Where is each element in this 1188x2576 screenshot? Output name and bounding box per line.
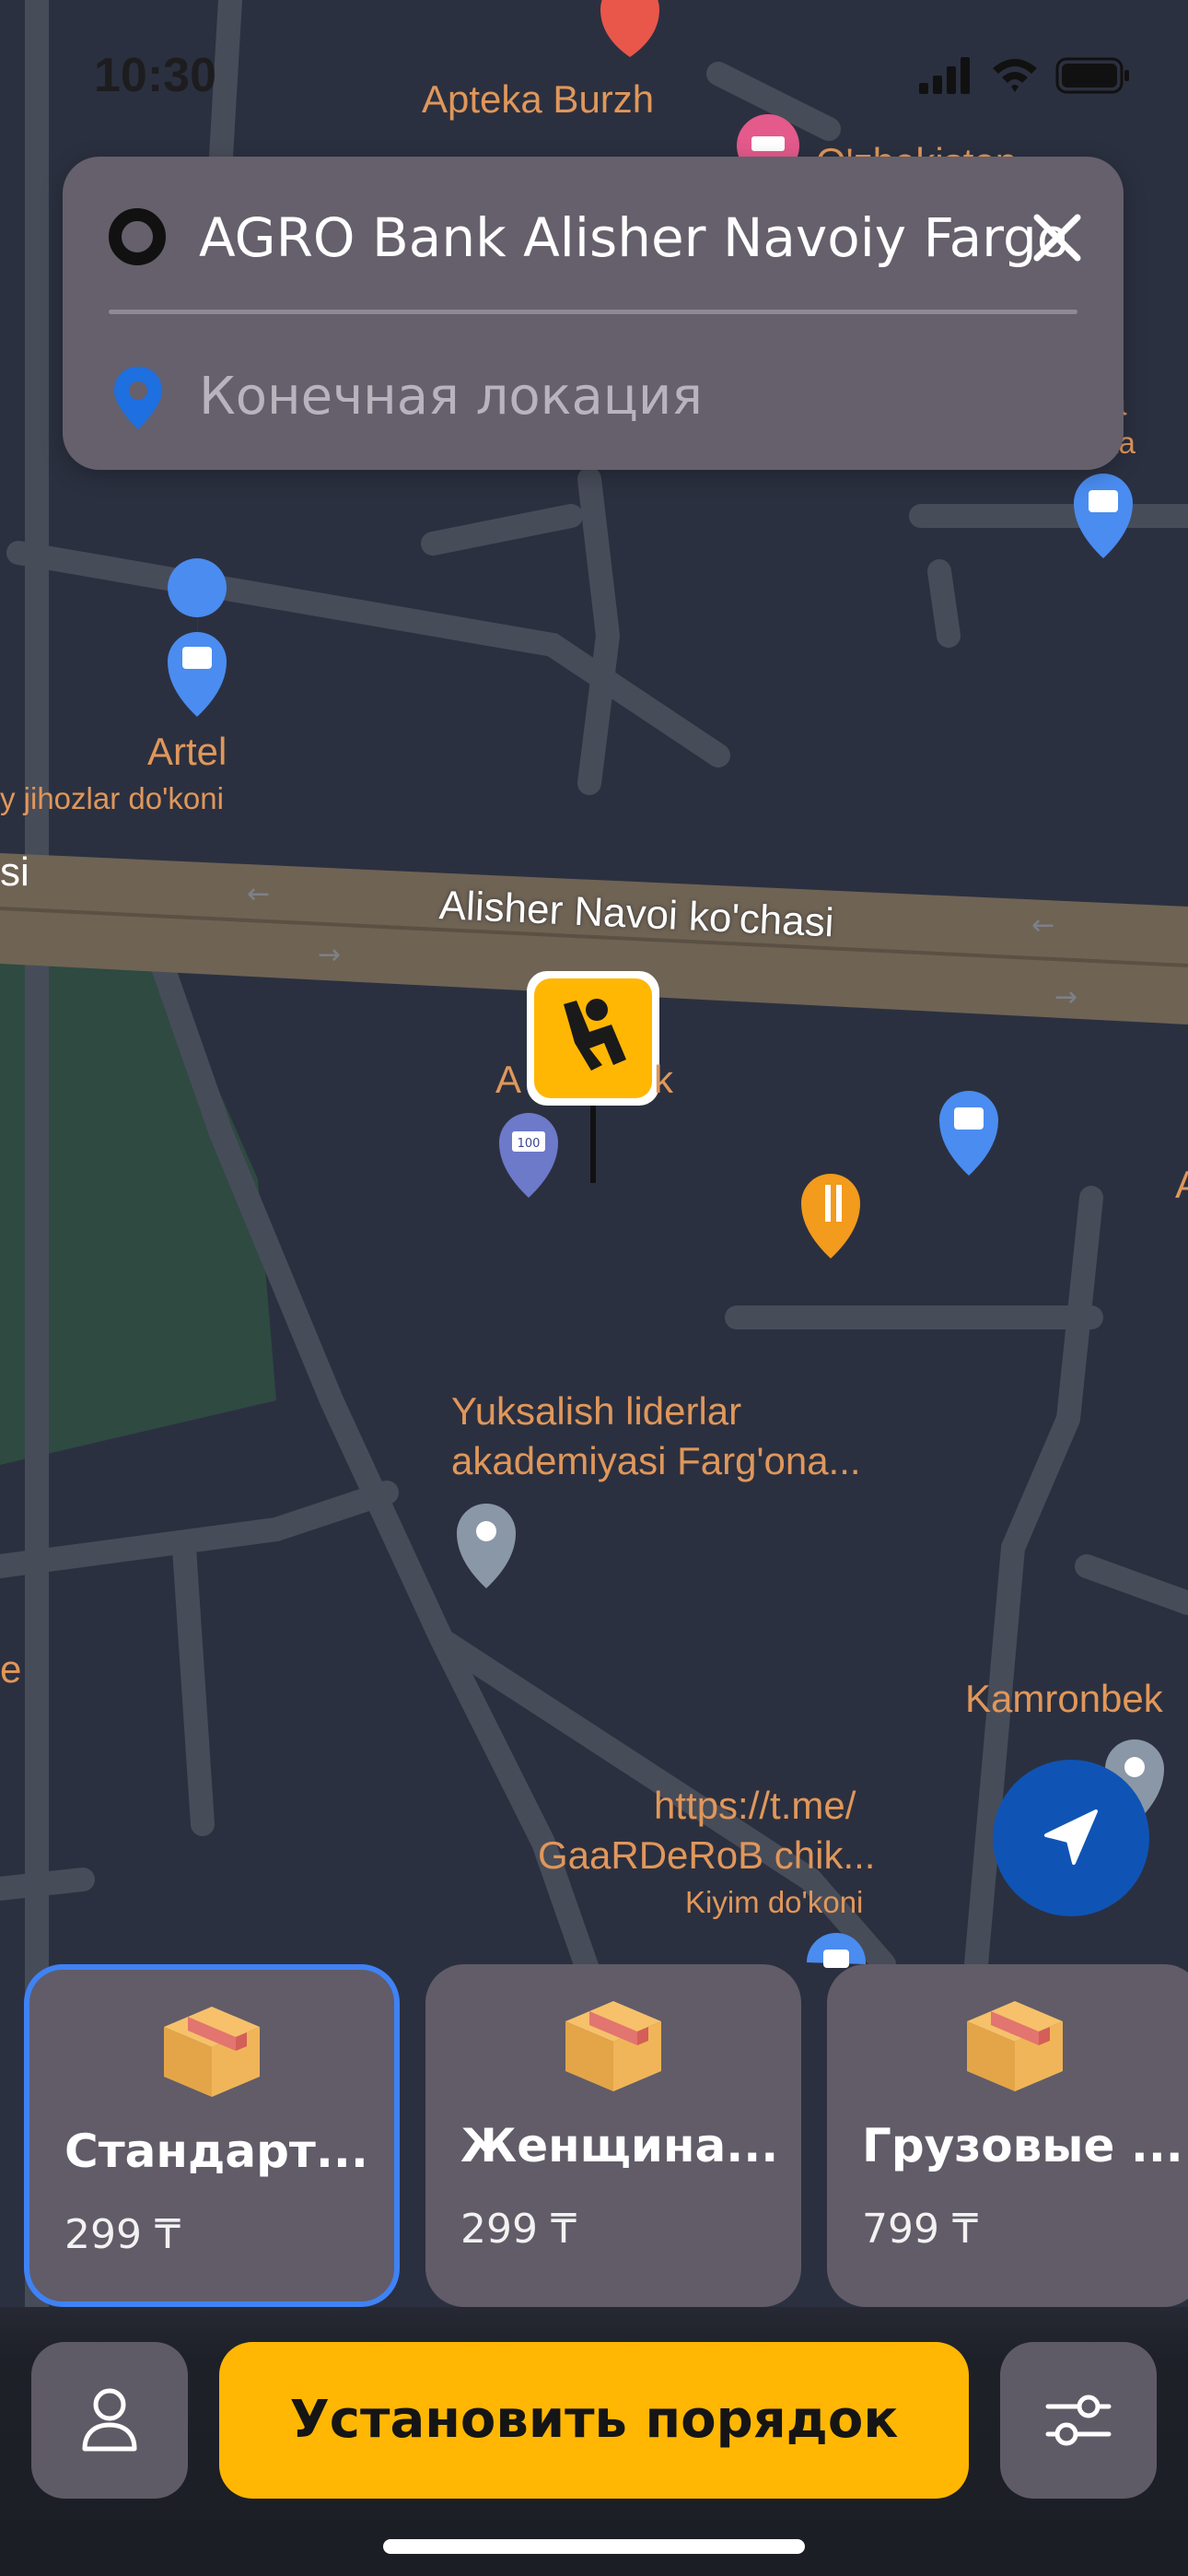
signal-icon	[919, 57, 970, 94]
filters-button[interactable]	[1000, 2342, 1157, 2499]
navigation-arrow-icon	[1044, 1809, 1098, 1865]
place-label-yuksalish-2: akademiyasi Farg'ona...	[451, 1439, 861, 1482]
wifi-icon	[993, 59, 1037, 92]
place-label-artel: Artel	[147, 730, 227, 773]
tariff-card-cargo[interactable]: Грузовые ... 799 ₸	[827, 1964, 1188, 2307]
sliders-icon	[1045, 2395, 1112, 2446]
place-label-artel-sub: y jihozlar do'koni	[0, 781, 224, 815]
package-icon	[565, 2001, 661, 2091]
place-label-ab-right: k	[654, 1058, 673, 1101]
set-order-button[interactable]: Установить порядок	[219, 2342, 969, 2499]
location-pin-icon	[114, 367, 162, 429]
package-icon	[164, 2007, 260, 2097]
route-search-card: AGRO Bank Alisher Navoiy Fargona Конечна…	[63, 157, 1124, 470]
battery-icon	[1055, 57, 1129, 94]
tariff-price: 799 ₸	[862, 2206, 978, 2253]
street-label-left: si	[0, 849, 29, 895]
tariff-name: Грузовые ...	[862, 2119, 1183, 2172]
package-icon	[967, 2001, 1063, 2091]
status-bar: 10:30	[0, 0, 1188, 147]
svg-text:100: 100	[518, 1137, 541, 1151]
profile-button[interactable]	[31, 2342, 188, 2499]
my-location-button[interactable]	[993, 1760, 1149, 1916]
close-icon[interactable]	[1024, 205, 1090, 271]
svg-text:←: ←	[1031, 909, 1054, 942]
origin-input[interactable]: AGRO Bank Alisher Navoiy Fargona	[199, 206, 1065, 269]
origin-ring-icon	[109, 208, 166, 265]
place-label-tme-1: https://t.me/	[654, 1784, 856, 1827]
tariff-name: Стандарт...	[64, 2125, 368, 2178]
place-label-yuksalish-1: Yuksalish liderlar	[451, 1389, 742, 1433]
divider	[109, 310, 1077, 314]
tariff-card-women[interactable]: Женщина... 299 ₸	[425, 1964, 801, 2307]
tariff-price: 299 ₸	[64, 2211, 181, 2258]
place-label-tme-2: GaaRDeRoB chik...	[538, 1833, 876, 1877]
place-label-edge-e: e	[0, 1647, 22, 1691]
destination-input[interactable]: Конечная локация	[199, 367, 703, 427]
svg-text:→: →	[318, 939, 341, 971]
svg-text:←: ←	[247, 878, 270, 910]
home-indicator[interactable]	[383, 2539, 805, 2554]
app-screen: ← ← → → 100 Alisher Navoi ko'chasi si Ap…	[0, 0, 1188, 2576]
user-icon	[82, 2388, 137, 2452]
status-time: 10:30	[94, 49, 216, 102]
tariff-card-standard[interactable]: Стандарт... 299 ₸	[24, 1964, 400, 2307]
tariff-price: 299 ₸	[460, 2206, 577, 2253]
tariff-name: Женщина...	[460, 2119, 779, 2172]
place-label-kamronbek: Kamronbek	[965, 1677, 1163, 1720]
place-label-tme-3: Kiyim do'koni	[685, 1885, 864, 1919]
svg-text:→: →	[1054, 981, 1077, 1013]
place-label-edge-A: A	[1175, 1163, 1188, 1207]
place-label-ab-left: A	[495, 1058, 522, 1101]
